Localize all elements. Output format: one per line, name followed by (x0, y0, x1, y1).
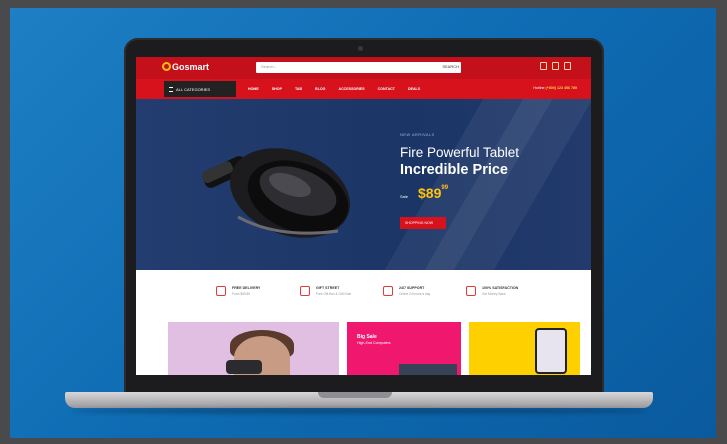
hotline-number[interactable]: (+800) 123 456 789 (546, 86, 577, 90)
hero-tag: NEW ARRIVALS (400, 132, 435, 137)
search-field[interactable]: Search... SEARCH (256, 62, 461, 73)
promo-banner-phone[interactable] (469, 322, 580, 375)
heart-icon[interactable] (552, 62, 559, 70)
nav-link-home[interactable]: HOME (248, 87, 259, 91)
nav-link-deals[interactable]: DEALS (408, 87, 420, 91)
hero-price-label: Sale (400, 194, 409, 199)
nav-link-shop[interactable]: SHOP (272, 87, 282, 91)
service-desc: Online 24 hours a day (399, 292, 431, 296)
price-value: $89 (418, 185, 442, 201)
support-icon (383, 286, 393, 296)
hero-banner: NEW ARRIVALS Fire Powerful Tablet Incred… (136, 99, 591, 270)
truck-icon (216, 286, 226, 296)
hero-title: Fire Powerful Tablet (400, 145, 520, 160)
service-title: 100% SATISFACTION (482, 286, 519, 290)
banner-title: Big Sale (357, 334, 377, 340)
gift-icon (300, 286, 310, 296)
nav-link-contact[interactable]: CONTACT (378, 87, 395, 91)
user-icon[interactable] (540, 62, 547, 70)
all-categories-button[interactable]: ALL CATEGORIES (164, 81, 236, 97)
tablet-image (399, 364, 457, 375)
hero-subtitle: Incredible Price (400, 162, 508, 178)
search-input[interactable]: Search... (261, 64, 277, 69)
laptop-shadow (70, 408, 648, 414)
service-title: 24/7 SUPPORT (399, 286, 425, 290)
logo-text: Gosmart (172, 62, 210, 72)
nav-links: HOME SHOP TAB BLOG ACCESSORIES CONTACT D… (248, 87, 420, 91)
hotline: Hotline (+800) 123 456 789 (533, 86, 577, 90)
vr-headset-image (201, 148, 351, 238)
logo-icon (162, 62, 171, 71)
promo-banner-sale[interactable]: Big Sale High-End Computers (347, 322, 461, 375)
service-desc: Free Gift Box & Gift Note (316, 292, 352, 296)
vr-headset-image (226, 360, 262, 374)
site-logo[interactable]: Gosmart (162, 62, 209, 72)
service-desc: From $59.89 (232, 292, 251, 296)
hotline-label: Hotline (533, 86, 545, 90)
main-nav: ALL CATEGORIES HOME SHOP TAB BLOG ACCESS… (136, 79, 591, 99)
price-cents: 99 (441, 185, 449, 191)
nav-link-blog[interactable]: BLOG (315, 87, 325, 91)
cart-icon[interactable] (564, 62, 571, 70)
nav-link-accessories[interactable]: ACCESSORIES (338, 87, 364, 91)
nav-link-tab[interactable]: TAB (295, 87, 302, 91)
laptop-screen: Gosmart Search... SEARCH ALL CATEGORIES … (136, 57, 591, 375)
phone-image (535, 328, 567, 374)
service-desc: Get Money Back (482, 292, 506, 296)
service-title: GIFT STREET (316, 286, 340, 290)
camera-icon (358, 46, 363, 51)
money-back-icon (466, 286, 476, 296)
service-title: FREE DELIVERY (232, 286, 261, 290)
search-button[interactable]: SEARCH (442, 64, 459, 69)
shop-now-button[interactable]: SHOPPING NOW (400, 217, 446, 229)
header-icons (540, 62, 571, 70)
promo-banner-vr[interactable] (168, 322, 339, 375)
laptop-notch (318, 392, 392, 398)
hero-price: $8999 (418, 185, 448, 201)
services-strip: FREE DELIVERY From $59.89 GIFT STREET Fr… (136, 270, 591, 322)
banner-subtitle: High-End Computers (357, 341, 391, 345)
header-topbar: Gosmart Search... SEARCH (136, 57, 591, 79)
